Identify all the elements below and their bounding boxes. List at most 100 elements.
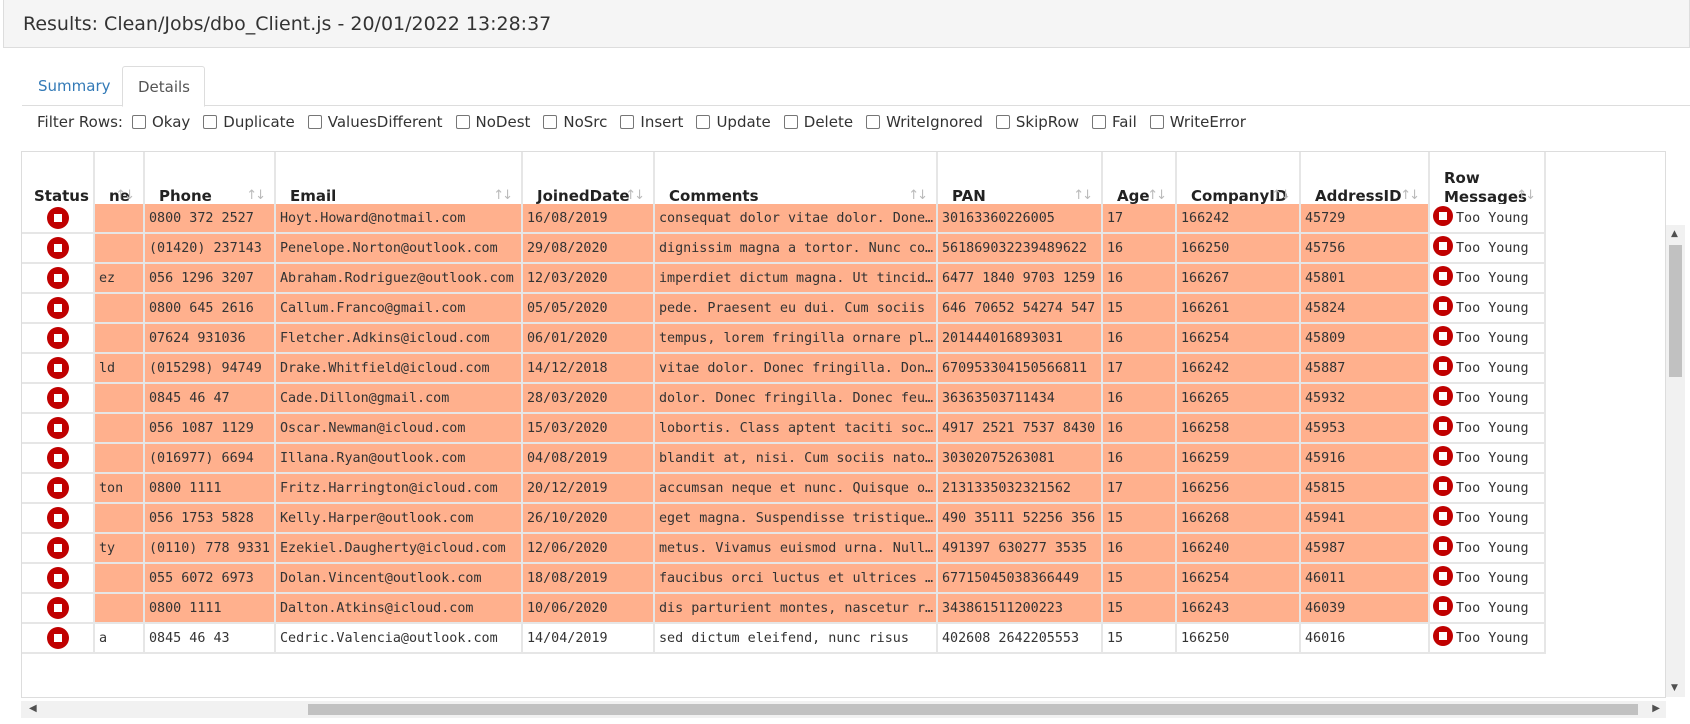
- table-row[interactable]: 0800 645 2616 Callum.Franco@gmail.com 05/0…: [22, 294, 1665, 324]
- cell-company: 166240: [1177, 534, 1301, 564]
- filter-writeignored[interactable]: WriteIgnored: [866, 113, 983, 131]
- stop-status-icon: [46, 357, 69, 379]
- stop-status-icon: [1433, 416, 1453, 436]
- cell-comments: metus. Vivamus euismod urna. Nullam: [655, 534, 938, 564]
- sort-icon[interactable]: ↑↓: [1516, 188, 1536, 203]
- table-row[interactable]: ty (0110) 778 9331 Ezekiel.Daugherty@iclou…: [22, 534, 1665, 564]
- sort-icon[interactable]: ↑↓: [1147, 188, 1167, 203]
- filter-checkbox[interactable]: [620, 115, 635, 129]
- results-title: Results: Clean/Jobs/dbo_Client.js - 20/0…: [23, 12, 552, 35]
- sort-icon[interactable]: ↑↓: [908, 188, 928, 203]
- cell-joined: 16/08/2019: [523, 204, 655, 234]
- stop-status-icon: [46, 447, 69, 469]
- scroll-right-icon[interactable]: ▶: [1652, 703, 1660, 714]
- table-row[interactable]: (016977) 6694 Illana.Ryan@outlook.com 04/0…: [22, 444, 1665, 474]
- vertical-scroll-thumb[interactable]: [1669, 245, 1682, 377]
- stop-status-icon: [46, 297, 69, 319]
- filter-valuesdifferent[interactable]: ValuesDifferent: [307, 113, 443, 131]
- table-row[interactable]: 0845 46 47 Cade.Dillon@gmail.com 28/03/202…: [22, 384, 1665, 414]
- cell-email: Fletcher.Adkins@icloud.com: [276, 324, 523, 354]
- horizontal-scroll-thumb[interactable]: [308, 704, 1638, 715]
- filter-checkbox[interactable]: [866, 115, 881, 129]
- tab-details[interactable]: Details: [122, 66, 205, 107]
- filter-writeerror[interactable]: WriteError: [1149, 113, 1246, 131]
- filter-insert[interactable]: Insert: [620, 113, 683, 131]
- cell-name: ld: [95, 354, 145, 384]
- table-row[interactable]: 07624 931036 Fletcher.Adkins@icloud.com 06…: [22, 324, 1665, 354]
- horizontal-scrollbar[interactable]: ◀ ▶: [21, 701, 1666, 718]
- stop-status-icon: [1433, 206, 1453, 226]
- cell-joined: 26/10/2020: [523, 504, 655, 534]
- cell-address: 46039: [1301, 594, 1430, 624]
- cell-age: 17: [1103, 354, 1177, 384]
- filter-nosrc[interactable]: NoSrc: [543, 113, 607, 131]
- cell-age: 15: [1103, 504, 1177, 534]
- status-cell: [22, 354, 95, 384]
- filter-fail[interactable]: Fail: [1091, 113, 1137, 131]
- filter-checkbox[interactable]: [995, 115, 1010, 129]
- row-message-text: Too Young: [1456, 211, 1529, 226]
- table-row[interactable]: 055 6072 6973 Dolan.Vincent@outlook.com 18…: [22, 564, 1665, 594]
- filter-skiprow[interactable]: SkipRow: [995, 113, 1079, 131]
- scroll-down-icon[interactable]: ▼: [1671, 683, 1678, 693]
- filter-checkbox[interactable]: [131, 115, 146, 129]
- cell-comments: accumsan neque et nunc. Quisque ornare: [655, 474, 938, 504]
- filter-delete[interactable]: Delete: [783, 113, 853, 131]
- filter-checkbox[interactable]: [203, 115, 218, 129]
- cell-company: 166256: [1177, 474, 1301, 504]
- filter-nodest[interactable]: NoDest: [455, 113, 530, 131]
- filter-okay[interactable]: Okay: [131, 113, 190, 131]
- cell-name: [95, 504, 145, 534]
- cell-company: 166254: [1177, 324, 1301, 354]
- sort-icon[interactable]: ↑↓: [625, 188, 645, 203]
- sort-icon[interactable]: ↑↓: [1400, 188, 1420, 203]
- cell-name: a: [95, 624, 145, 654]
- filter-checkbox[interactable]: [696, 115, 711, 129]
- filter-update[interactable]: Update: [696, 113, 771, 131]
- sort-icon[interactable]: ↑↓: [493, 188, 513, 203]
- cell-phone: 0845 46 47: [145, 384, 276, 414]
- vertical-scrollbar[interactable]: ▲ ▼: [1666, 225, 1685, 697]
- filter-checkbox[interactable]: [543, 115, 558, 129]
- cell-email: Kelly.Harper@outlook.com: [276, 504, 523, 534]
- sort-icon[interactable]: ↑↓: [246, 188, 266, 203]
- table-row[interactable]: ton 0800 1111 Fritz.Harrington@icloud.com 2…: [22, 474, 1665, 504]
- stop-status-icon: [46, 237, 69, 259]
- cell-address: 45801: [1301, 264, 1430, 294]
- stop-status-icon: [1433, 626, 1453, 646]
- cell-email: Fritz.Harrington@icloud.com: [276, 474, 523, 504]
- cell-joined: 04/08/2019: [523, 444, 655, 474]
- sort-icon[interactable]: ↑↓: [115, 188, 135, 203]
- filter-duplicate[interactable]: Duplicate: [203, 113, 295, 131]
- table-row[interactable]: ez 056 1296 3207 Abraham.Rodriguez@outlook…: [22, 264, 1665, 294]
- cell-comments: dignissim magna a tortor. Nunc commodo: [655, 234, 938, 264]
- cell-phone: 056 1087 1129: [145, 414, 276, 444]
- table-row[interactable]: a 0845 46 43 Cedric.Valencia@outlook.com 14…: [22, 624, 1665, 654]
- table-row[interactable]: (01420) 237143 Penelope.Norton@outlook.co…: [22, 234, 1665, 264]
- filter-checkbox[interactable]: [307, 115, 322, 129]
- table-row[interactable]: ld (015298) 94749 Drake.Whitfield@icloud.c…: [22, 354, 1665, 384]
- table-row[interactable]: 056 1087 1129 Oscar.Newman@icloud.com 15/0…: [22, 414, 1665, 444]
- table-row[interactable]: 056 1753 5828 Kelly.Harper@outlook.com 26/…: [22, 504, 1665, 534]
- scroll-left-icon[interactable]: ◀: [29, 703, 37, 714]
- filter-checkbox[interactable]: [1149, 115, 1164, 129]
- cell-email: Dolan.Vincent@outlook.com: [276, 564, 523, 594]
- table-row[interactable]: 0800 372 2527 Hoyt.Howard@notmail.com 16/0…: [22, 204, 1665, 234]
- sort-icon[interactable]: ↑↓: [1271, 188, 1291, 203]
- cell-pan: 201444016893031: [938, 324, 1103, 354]
- results-panel-heading: Results: Clean/Jobs/dbo_Client.js - 20/0…: [3, 0, 1690, 48]
- cell-address: 45809: [1301, 324, 1430, 354]
- status-cell: [22, 264, 95, 294]
- table-row[interactable]: 0800 1111 Dalton.Atkins@icloud.com 10/06/2…: [22, 594, 1665, 624]
- filter-checkbox[interactable]: [1091, 115, 1106, 129]
- scroll-up-icon[interactable]: ▲: [1671, 229, 1678, 239]
- filter-checkbox[interactable]: [783, 115, 798, 129]
- filter-checkbox[interactable]: [455, 115, 470, 129]
- status-cell: [22, 534, 95, 564]
- cell-company: 166268: [1177, 504, 1301, 534]
- row-message-text: Too Young: [1456, 331, 1529, 346]
- cell-age: 16: [1103, 324, 1177, 354]
- filter-label: SkipRow: [1015, 113, 1079, 131]
- cell-address: 45916: [1301, 444, 1430, 474]
- sort-icon[interactable]: ↑↓: [1073, 188, 1093, 203]
